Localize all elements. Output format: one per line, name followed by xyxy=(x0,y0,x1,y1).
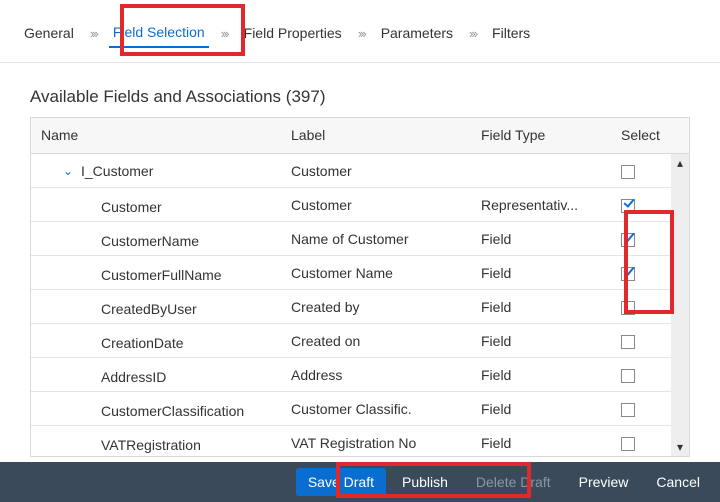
cell-select xyxy=(611,357,671,391)
cell-field-type: Field xyxy=(471,358,611,392)
col-name[interactable]: Name xyxy=(31,118,281,153)
table-row[interactable]: VATRegistration VAT Registration NoField xyxy=(31,426,689,456)
cell-name: ⌄ I_Customer xyxy=(31,154,281,188)
cell-name: VATRegistration xyxy=(31,423,281,456)
field-name: Customer xyxy=(101,199,162,215)
table-row[interactable]: CustomerCustomerRepresentativ... xyxy=(31,188,689,222)
cell-select xyxy=(611,289,671,323)
table-row[interactable]: CustomerFullName Customer NameField xyxy=(31,256,689,290)
cell-label: Customer Name xyxy=(281,256,471,290)
chevron-right-icon: ››› xyxy=(213,26,236,41)
save-draft-button[interactable]: Save Draft xyxy=(296,468,386,496)
cell-field-type: Field xyxy=(471,256,611,290)
cell-select xyxy=(611,255,671,289)
fields-table: Name Label Field Type Select ⌄ I_Customer… xyxy=(30,117,690,457)
cell-label: Address xyxy=(281,358,471,392)
scroll-down-icon[interactable]: ▾ xyxy=(671,438,689,456)
cell-field-type: Representativ... xyxy=(471,188,611,222)
cell-label: Customer xyxy=(281,188,471,222)
cell-field-type: Field xyxy=(471,290,611,324)
table-row[interactable]: CustomerClassification Customer Classific… xyxy=(31,392,689,426)
cell-field-type: Field xyxy=(471,392,611,426)
cell-select xyxy=(611,323,671,357)
cell-select xyxy=(611,154,671,188)
col-label[interactable]: Label xyxy=(281,118,471,153)
cancel-button[interactable]: Cancel xyxy=(644,468,712,496)
cell-select xyxy=(611,391,671,425)
select-checkbox[interactable] xyxy=(621,403,635,417)
col-type[interactable]: Field Type xyxy=(471,118,611,153)
chevron-right-icon: ››› xyxy=(82,26,105,41)
preview-button[interactable]: Preview xyxy=(567,468,641,496)
select-checkbox[interactable] xyxy=(621,267,635,281)
table-row[interactable]: AddressID AddressField xyxy=(31,358,689,392)
tab-filters[interactable]: Filters xyxy=(488,19,534,47)
select-checkbox[interactable] xyxy=(621,335,635,349)
section-title-text: Available Fields and Associations xyxy=(30,87,281,106)
table-header: Name Label Field Type Select xyxy=(31,118,689,154)
footer-toolbar: Save Draft Publish Delete Draft Preview … xyxy=(0,462,720,502)
cell-select xyxy=(611,425,671,456)
field-name: CustomerName xyxy=(101,233,199,249)
table-row[interactable]: CreatedByUser Created byField xyxy=(31,290,689,324)
field-name: CreatedByUser xyxy=(101,301,197,317)
delete-draft-button: Delete Draft xyxy=(464,468,563,496)
field-name: AddressID xyxy=(101,369,166,385)
field-name: CustomerFullName xyxy=(101,267,222,283)
tab-field-properties[interactable]: Field Properties xyxy=(240,19,346,47)
table-row[interactable]: ⌄ I_Customer Customer xyxy=(31,154,689,188)
cell-select xyxy=(611,221,671,255)
table-body: ⌄I_CustomerCustomerCustomerCustomerRepre… xyxy=(31,154,689,456)
chevron-down-icon[interactable]: ⌄ xyxy=(61,164,75,178)
table-row[interactable]: CreationDate Created onField xyxy=(31,324,689,358)
cell-label: Customer xyxy=(281,154,471,188)
tab-parameters[interactable]: Parameters xyxy=(377,19,457,47)
tab-general[interactable]: General xyxy=(20,19,78,47)
cell-field-type xyxy=(471,162,611,180)
cell-label: VAT Registration No xyxy=(281,426,471,457)
chevron-right-icon: ››› xyxy=(461,26,484,41)
chevron-right-icon: ››› xyxy=(350,26,373,41)
cell-select xyxy=(611,187,671,221)
select-checkbox[interactable] xyxy=(621,165,635,179)
select-checkbox[interactable] xyxy=(621,199,635,213)
section-count: 397 xyxy=(291,87,319,106)
cell-label: Name of Customer xyxy=(281,222,471,256)
field-name: VATRegistration xyxy=(101,437,201,453)
section-title: Available Fields and Associations (397) xyxy=(30,87,690,107)
cell-field-type: Field xyxy=(471,426,611,457)
cell-field-type: Field xyxy=(471,324,611,358)
scroll-up-icon[interactable]: ▴ xyxy=(671,154,689,172)
select-checkbox[interactable] xyxy=(621,369,635,383)
tab-field-selection[interactable]: Field Selection xyxy=(109,18,209,48)
scrollbar[interactable]: ▴ ▾ xyxy=(671,154,689,456)
field-name: CustomerClassification xyxy=(101,403,244,419)
cell-label: Created on xyxy=(281,324,471,358)
publish-button[interactable]: Publish xyxy=(390,468,460,496)
table-row[interactable]: CustomerName Name of CustomerField xyxy=(31,222,689,256)
select-checkbox[interactable] xyxy=(621,301,635,315)
cell-field-type: Field xyxy=(471,222,611,256)
field-name: CreationDate xyxy=(101,335,184,351)
cell-label: Customer Classific. xyxy=(281,392,471,426)
select-checkbox[interactable] xyxy=(621,437,635,451)
select-checkbox[interactable] xyxy=(621,233,635,247)
cell-label: Created by xyxy=(281,290,471,324)
field-name: I_Customer xyxy=(81,163,153,179)
col-select[interactable]: Select xyxy=(611,118,671,153)
wizard-breadcrumb: General ››› Field Selection ››› Field Pr… xyxy=(0,0,720,62)
